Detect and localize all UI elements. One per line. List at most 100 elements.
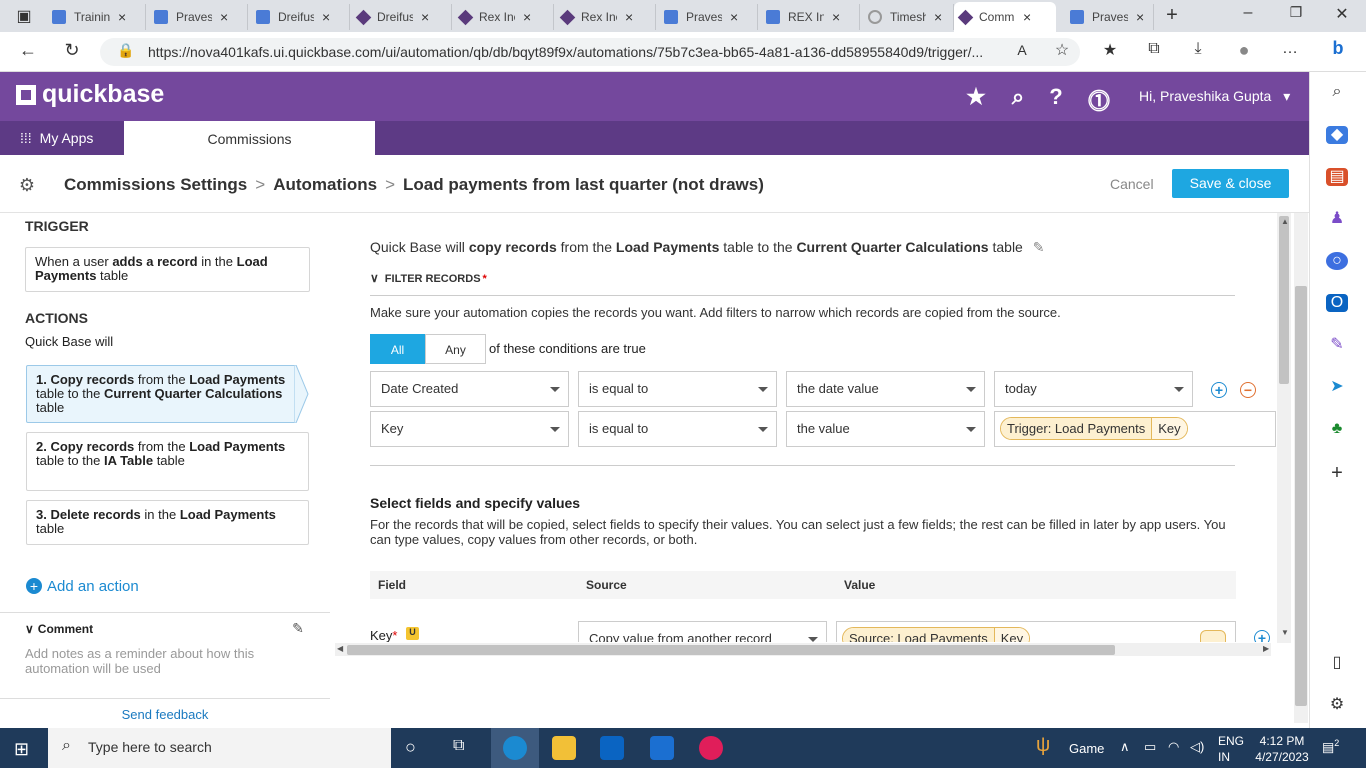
edit-pencil-icon[interactable]: ✎ (1033, 239, 1045, 255)
browser-tab[interactable]: Training × (46, 4, 146, 30)
filter1-type-select[interactable]: the date value (786, 371, 985, 407)
scroll-down-icon[interactable]: ▼ (1281, 628, 1289, 637)
match-any-button[interactable]: Any (425, 334, 486, 364)
restore-icon[interactable]: ❐ (1284, 4, 1308, 21)
send-icon[interactable]: ➤ (1326, 378, 1348, 396)
downloads-icon[interactable]: ⤓ (1186, 40, 1210, 58)
add-condition-icon[interactable]: + (1211, 382, 1227, 398)
close-tab-icon[interactable]: × (832, 9, 840, 25)
browser-tab[interactable]: Dreifuss × (352, 4, 452, 30)
alert-icon[interactable]: ⓵ (1086, 84, 1112, 116)
action-card-2[interactable]: 2. Copy records from the Load Payments t… (26, 432, 309, 491)
add-sidebar-icon[interactable]: + (1326, 463, 1348, 483)
close-tab-icon[interactable]: × (421, 9, 429, 25)
filter1-field-select[interactable]: Date Created (370, 371, 569, 407)
close-tab-icon[interactable]: × (220, 9, 228, 25)
media-icon[interactable] (650, 736, 674, 760)
browser-tab[interactable]: Praveshika × (148, 4, 248, 30)
url-field[interactable]: https://nova401kafs.ui.quickbase.com/ui/… (100, 38, 1080, 66)
settings-gear-icon[interactable]: ⚙ (15, 175, 39, 196)
add-field-icon[interactable]: + (1254, 630, 1270, 642)
lock-icon[interactable]: 🔒 (114, 42, 138, 59)
quickbase-logo[interactable]: quickbase (16, 80, 164, 109)
save-close-button[interactable]: Save & close (1172, 169, 1289, 198)
scroll-up-icon[interactable]: ▲ (1281, 217, 1289, 226)
filter2-value-field[interactable]: Trigger: Load Payments Key (994, 411, 1276, 447)
browser-tab[interactable]: Rex Inc × (556, 4, 656, 30)
browser-tab[interactable]: Timesheet × (862, 4, 954, 30)
filter1-value-select[interactable]: today (994, 371, 1193, 407)
sidebar-search-icon[interactable]: ⌕ (1326, 83, 1348, 101)
match-all-button[interactable]: All (370, 334, 425, 364)
close-tab-icon[interactable]: × (118, 9, 126, 25)
field-picker-icon[interactable] (1200, 630, 1226, 642)
tab-actions-icon[interactable]: ▣ (12, 6, 36, 26)
language-indicator[interactable]: ENG IN (1218, 733, 1244, 765)
cancel-button[interactable]: Cancel (1110, 176, 1154, 192)
read-aloud-icon[interactable]: A (1010, 42, 1034, 58)
source-select[interactable]: Copy value from another record (578, 621, 827, 642)
refresh-icon[interactable]: ↻ (60, 40, 84, 61)
add-action-button[interactable]: + Add an action (26, 578, 139, 595)
user-menu[interactable]: Hi, Praveshika Gupta ▾ (1139, 88, 1290, 105)
app-tab-commissions[interactable]: Commissions (124, 121, 375, 155)
close-tab-icon[interactable]: × (523, 9, 531, 25)
cortana-icon[interactable]: ○ (405, 737, 416, 758)
bing-icon[interactable]: b (1326, 38, 1350, 59)
help-icon[interactable]: ? (1043, 84, 1069, 110)
outlook-icon[interactable]: O (1326, 294, 1348, 312)
office-icon[interactable]: ○ (1326, 252, 1348, 270)
comment-toggle[interactable]: ∨ Comment (25, 622, 93, 636)
browser-tab[interactable]: Commissions × (954, 2, 1056, 32)
field-reference-pill[interactable]: Source: Load Payments Key (842, 627, 1031, 642)
close-tab-icon[interactable]: × (934, 9, 942, 25)
outlook-taskbar-icon[interactable] (600, 736, 624, 760)
filter2-type-select[interactable]: the value (786, 411, 985, 447)
collections-icon[interactable]: ⧉ (1142, 40, 1166, 58)
close-window-icon[interactable]: ✕ (1330, 4, 1354, 24)
taskbar-search[interactable]: ⌕ Type here to search (48, 728, 391, 768)
tools-icon[interactable]: ▤ (1326, 168, 1348, 186)
inner-scroll-thumb[interactable] (1279, 216, 1289, 384)
crumb-settings[interactable]: Commissions Settings (64, 175, 247, 194)
filter2-operator-select[interactable]: is equal to (578, 411, 777, 447)
notifications-icon[interactable]: ▤2 (1322, 738, 1339, 755)
browser-tab[interactable]: Rex Inc × (454, 4, 554, 30)
minimize-icon[interactable]: – (1236, 4, 1260, 22)
new-tab-icon[interactable]: + (1160, 4, 1184, 27)
tree-icon[interactable]: ♣ (1326, 420, 1348, 438)
send-feedback-link[interactable]: Send feedback (0, 698, 330, 722)
edit-pencil-icon[interactable]: ✎ (286, 620, 310, 637)
filter2-field-select[interactable]: Key (370, 411, 569, 447)
slack-icon[interactable] (699, 736, 723, 760)
crumb-automations[interactable]: Automations (273, 175, 377, 194)
wifi-icon[interactable]: ◠ (1168, 739, 1179, 755)
close-tab-icon[interactable]: × (730, 9, 738, 25)
favorites-star-icon[interactable]: ★ (963, 84, 989, 110)
split-screen-icon[interactable]: ▯ (1326, 654, 1348, 672)
close-tab-icon[interactable]: × (322, 9, 330, 25)
trigger-card[interactable]: When a user adds a record in the Load Pa… (25, 247, 310, 292)
browser-tab[interactable]: REX Inc × (760, 4, 860, 30)
clock[interactable]: 4:12 PM 4/27/2023 (1254, 733, 1310, 765)
browser-tab[interactable]: Praveshika × (658, 4, 758, 30)
scroll-right-icon[interactable]: ▶ (1263, 644, 1269, 653)
scroll-left-icon[interactable]: ◀ (337, 644, 343, 653)
game-widget-icon[interactable]: ψ (1036, 734, 1050, 757)
designer-icon[interactable]: ✎ (1326, 336, 1348, 354)
edge-icon[interactable] (503, 736, 527, 760)
profile-icon[interactable]: ● (1232, 40, 1256, 61)
browser-tab[interactable]: Praveshika × (1064, 4, 1154, 30)
remove-condition-icon[interactable]: − (1240, 382, 1256, 398)
more-icon[interactable]: … (1278, 40, 1302, 58)
favorite-add-icon[interactable]: ☆ (1050, 40, 1074, 60)
file-explorer-icon[interactable] (552, 736, 576, 760)
settings-icon[interactable]: ⚙ (1326, 696, 1348, 714)
my-apps-button[interactable]: ⁞⁞⁞ My Apps (20, 130, 93, 146)
close-tab-icon[interactable]: × (1136, 9, 1144, 25)
tray-chevron-icon[interactable]: ∧ (1120, 739, 1130, 755)
back-icon[interactable]: ← (16, 40, 40, 61)
task-view-icon[interactable]: ⧉ (453, 737, 464, 755)
filter1-operator-select[interactable]: is equal to (578, 371, 777, 407)
filter-records-toggle[interactable]: ∨ FILTER RECORDS * (370, 271, 487, 285)
